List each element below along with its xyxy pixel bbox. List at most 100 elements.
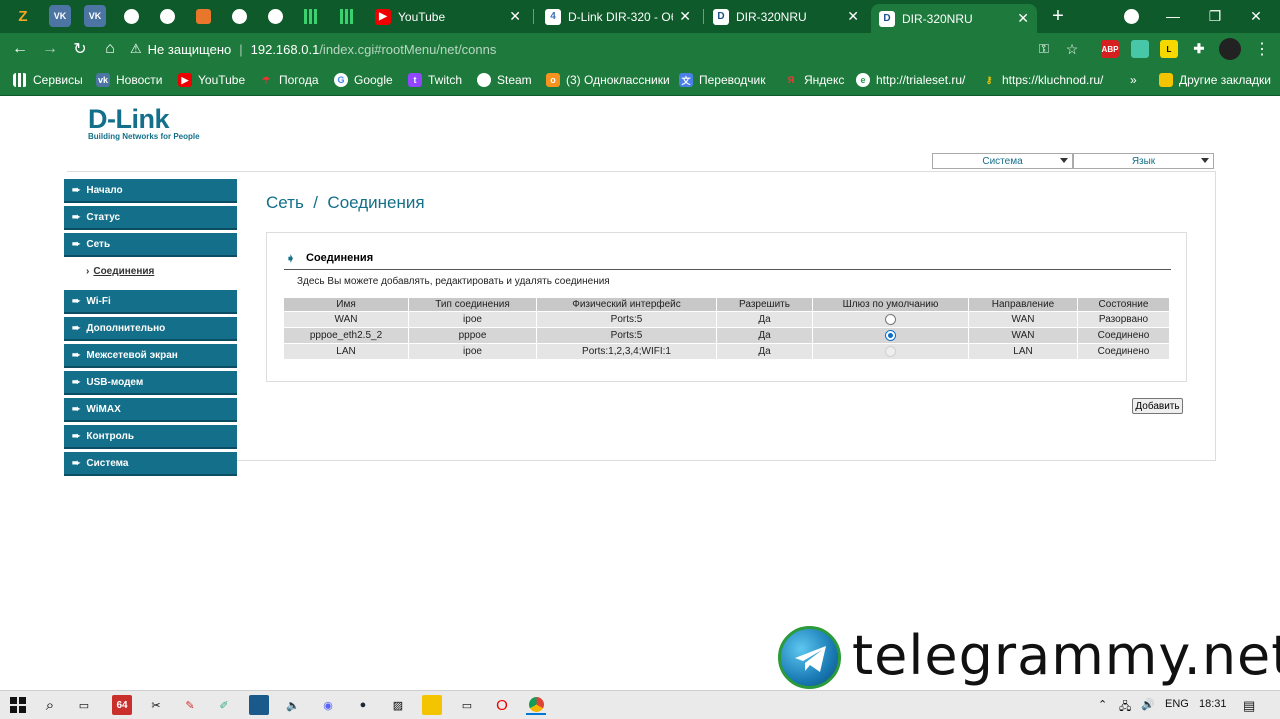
key-icon[interactable]: ⚿ [1032, 37, 1056, 61]
network-icon[interactable]: 🖧 [1119, 698, 1131, 717]
opera-icon[interactable]: O [492, 695, 512, 715]
address-bar[interactable]: ⚠ Не защищено | 192.168.0.1 /index.cgi#r… [130, 37, 1090, 61]
pinned-tab-steam-1[interactable] [120, 5, 142, 27]
menu-wimax[interactable]: ➨ WiMAX [64, 398, 237, 422]
grid-icon [303, 8, 319, 24]
bookmark-trialeset[interactable]: e http://trialeset.ru/ [856, 71, 965, 89]
cell-direction: WAN [968, 311, 1078, 328]
bookmark-google[interactable]: G Google [334, 71, 393, 89]
pinned-tab-steam-4[interactable] [264, 5, 286, 27]
notepad-icon[interactable]: ✐ [214, 695, 234, 715]
star-icon[interactable]: ☆ [1060, 37, 1084, 61]
profile-menu-icon[interactable] [1118, 4, 1144, 28]
pinned-tab-rss[interactable] [192, 5, 214, 27]
bookmarks-overflow-button[interactable]: » [1130, 71, 1137, 89]
pinned-tab-grid-2[interactable] [336, 5, 358, 27]
bookmark-odnoklassniki[interactable]: o (3) Одноклассники [546, 71, 670, 89]
extension-map-icon[interactable] [1131, 40, 1149, 58]
forward-button[interactable]: → [38, 37, 62, 61]
pinned-tab-steam-2[interactable] [156, 5, 178, 27]
bookmark-youtube[interactable]: ▶ YouTube [178, 71, 245, 89]
pinned-tab-z[interactable]: Z [12, 5, 34, 27]
avatar[interactable] [1219, 38, 1241, 60]
menu-wifi[interactable]: ➨ Wi-Fi [64, 290, 237, 314]
menu-advanced[interactable]: ➨ Дополнительно [64, 317, 237, 341]
other-bookmarks[interactable]: Другие закладки [1159, 71, 1271, 89]
submenu-connections[interactable]: › Соединения [86, 266, 154, 277]
bookmark-weather[interactable]: ☂ Погода [259, 71, 319, 89]
bookmark-twitch[interactable]: t Twitch [408, 71, 462, 89]
app-64-icon[interactable]: 64 [112, 695, 132, 715]
tab-dir320-1[interactable]: D DIR-320NRU ✕ [705, 4, 867, 29]
bookmark-services[interactable]: Сервисы [13, 71, 83, 89]
task-view-icon[interactable]: ▭ [74, 695, 94, 715]
default-gateway-radio[interactable] [885, 329, 896, 341]
bookmark-yandex[interactable]: Я Яндекс [784, 71, 845, 89]
tab-dlink-review[interactable]: 4 D-Link DIR-320 - Обс ✕ [537, 4, 699, 29]
default-gateway-radio[interactable] [885, 313, 896, 325]
chrome-icon[interactable] [526, 695, 546, 715]
chevron-down-icon [1201, 158, 1209, 163]
table-row[interactable]: WAN ipoe Ports:5 Да WAN Разорвано [283, 311, 1170, 328]
menu-system[interactable]: ➨ Система [64, 452, 237, 476]
menu-usb-modem[interactable]: ➨ USB-модем [64, 371, 237, 395]
extension-l-icon[interactable]: L [1160, 40, 1178, 58]
home-button[interactable]: ⌂ [98, 37, 122, 61]
pinned-tab-steam-3[interactable] [228, 5, 250, 27]
back-button[interactable]: ← [8, 37, 32, 61]
close-icon[interactable]: ✕ [509, 8, 521, 25]
table-row[interactable]: LAN ipoe Ports:1,2,3,4;WIFI:1 Да LAN Сое… [283, 343, 1170, 360]
close-icon[interactable]: ✕ [1017, 10, 1029, 27]
ok-icon: o [546, 73, 560, 87]
security-label[interactable]: Не защищено [148, 42, 232, 57]
language-select[interactable]: Язык [1073, 153, 1214, 169]
restore-button[interactable]: ❐ [1202, 4, 1228, 28]
menu-firewall[interactable]: ➨ Межсетевой экран [64, 344, 237, 368]
language-indicator[interactable]: ENG [1165, 698, 1189, 710]
table-row[interactable]: pppoe_eth2.5_2 pppoe Ports:5 Да WAN Соед… [283, 327, 1170, 344]
photo-app-icon[interactable]: ▨ [388, 695, 408, 715]
abp-icon[interactable]: ABP [1101, 40, 1119, 58]
menu-status[interactable]: ➨ Статус [64, 206, 237, 230]
pinned-tab-grid-1[interactable] [300, 5, 322, 27]
close-icon[interactable]: ✕ [679, 8, 691, 25]
app-blue-icon[interactable] [249, 695, 269, 715]
folder-icon[interactable] [422, 695, 442, 715]
steam-icon[interactable]: ● [353, 695, 373, 715]
more-menu-icon[interactable]: ⋮ [1250, 37, 1274, 61]
add-connection-button[interactable]: Добавить [1132, 398, 1183, 414]
bookmark-kluchnod[interactable]: ⚷ https://kluchnod.ru/ [982, 71, 1104, 89]
bookmark-news[interactable]: vk Новости [96, 71, 162, 89]
bookmark-steam[interactable]: Steam [477, 71, 532, 89]
menu-control[interactable]: ➨ Контроль [64, 425, 237, 449]
audio-app-icon[interactable]: 🔈 [283, 695, 303, 715]
tab-dir320-active[interactable]: D DIR-320NRU ✕ [871, 4, 1037, 33]
reload-button[interactable]: ↻ [68, 37, 92, 61]
close-window-button[interactable]: ✕ [1243, 4, 1269, 28]
tab-youtube[interactable]: ▶ YouTube ✕ [367, 4, 529, 29]
search-icon[interactable]: ⌕ [40, 695, 60, 715]
new-tab-button[interactable]: + [1045, 4, 1071, 28]
tool-icon[interactable]: ✂ [146, 695, 166, 715]
bookmark-translator[interactable]: 文 Переводчик [679, 71, 766, 89]
puzzle-icon[interactable]: ✚ [1190, 40, 1208, 58]
monitor-icon[interactable]: ▭ [457, 695, 477, 715]
warning-icon[interactable]: ⚠ [130, 41, 142, 57]
windows-start-icon[interactable] [8, 695, 28, 715]
menu-network[interactable]: ➨ Сеть [64, 233, 237, 257]
menu-start[interactable]: ➨ Начало [64, 179, 237, 203]
minimize-button[interactable]: — [1160, 4, 1186, 28]
discord-icon[interactable]: ◉ [318, 695, 338, 715]
pinned-tab-vk-1[interactable]: VK [49, 5, 71, 27]
clock[interactable]: 18:31 [1199, 698, 1227, 710]
tray-chevron-icon[interactable]: ⌃ [1098, 698, 1107, 711]
tab-title: DIR-320NRU [736, 9, 807, 24]
volume-icon[interactable]: 🔊 [1141, 698, 1155, 711]
notifications-icon[interactable]: ▤ [1243, 698, 1255, 714]
close-icon[interactable]: ✕ [847, 8, 859, 25]
system-select[interactable]: Система [932, 153, 1073, 169]
paint-icon[interactable]: ✎ [180, 695, 200, 715]
submenu-label: Соединения [93, 266, 155, 277]
bookmark-label: (3) Одноклассники [566, 73, 670, 87]
pinned-tab-vk-2[interactable]: VK [84, 5, 106, 27]
